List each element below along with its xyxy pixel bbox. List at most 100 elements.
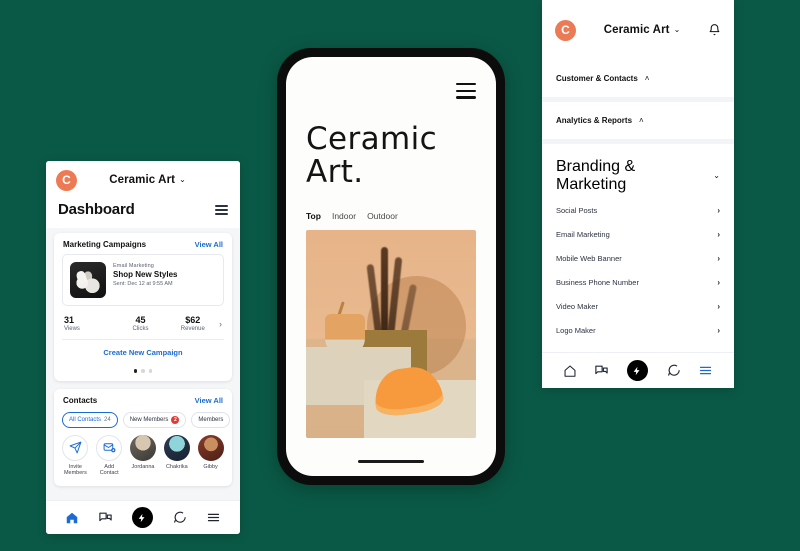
contact-gibby[interactable]: Gibby bbox=[197, 434, 224, 471]
chat-icon[interactable] bbox=[666, 363, 681, 378]
chevron-right-icon: › bbox=[717, 229, 720, 239]
filter-sliders-icon[interactable] bbox=[215, 204, 228, 215]
contacts-card: Contacts View All All Contacts 24 New Me… bbox=[54, 388, 232, 487]
tab-indoor[interactable]: Indoor bbox=[332, 211, 356, 221]
contact-gibby-label: Gibby bbox=[203, 463, 218, 470]
nav-section-branding-marketing-label: Branding & Marketing bbox=[556, 158, 636, 193]
contacts-card-header: Contacts View All bbox=[54, 389, 232, 410]
chip-new-members[interactable]: New Members 2 bbox=[122, 411, 187, 428]
campaign-next-chevron-icon[interactable]: › bbox=[219, 319, 224, 329]
contact-chakrika[interactable]: Chakrika bbox=[163, 434, 190, 471]
carousel-dot-2[interactable] bbox=[141, 369, 145, 373]
nav-item-social-posts-label: Social Posts bbox=[556, 205, 598, 215]
nav-section-branding-marketing[interactable]: Branding & Marketing ⌄ bbox=[542, 144, 734, 198]
carousel-dot-3[interactable] bbox=[148, 369, 153, 373]
brand-logo-icon[interactable]: C bbox=[555, 19, 576, 41]
menu-icon[interactable] bbox=[698, 363, 713, 378]
nav-item-mobile-web-banner[interactable]: Mobile Web Banner › bbox=[556, 246, 720, 270]
hamburger-icon[interactable] bbox=[456, 83, 476, 103]
screenshot-canvas: C Ceramic Art ⌄ Dashboard Marketing Camp… bbox=[0, 0, 800, 551]
nav-item-mobile-web-banner-label: Mobile Web Banner bbox=[556, 253, 622, 263]
category-tabs: Top Indoor Outdoor bbox=[306, 211, 476, 221]
dashboard-scroll-body: Marketing Campaigns View All Email Marke… bbox=[46, 228, 240, 500]
home-icon[interactable] bbox=[65, 511, 79, 525]
center-phone-mockup: Ceramic Art. Top Indoor Outdoor bbox=[277, 48, 505, 485]
home-icon[interactable] bbox=[563, 364, 577, 378]
chevron-down-icon: ⌄ bbox=[673, 25, 681, 34]
dashboard-title-row: Dashboard bbox=[46, 199, 240, 228]
invite-members-action[interactable]: Invite Members bbox=[62, 434, 89, 478]
chevron-right-icon: › bbox=[717, 325, 720, 335]
stat-revenue-value: $62 bbox=[185, 315, 201, 325]
chip-all-contacts[interactable]: All Contacts 24 bbox=[62, 411, 118, 428]
campaigns-view-all-link[interactable]: View All bbox=[195, 240, 223, 249]
brand-name-label: Ceramic Art bbox=[109, 174, 176, 186]
chip-members[interactable]: Members bbox=[191, 411, 231, 428]
campaigns-icon[interactable] bbox=[98, 510, 113, 525]
nav-item-logo-maker[interactable]: Logo Maker › bbox=[556, 318, 720, 342]
dried-flower-stem bbox=[380, 246, 388, 343]
campaign-type-label: Email Marketing bbox=[113, 263, 154, 269]
add-contact-action[interactable]: Add Contact bbox=[96, 434, 123, 478]
menu-icon[interactable] bbox=[206, 510, 221, 525]
campaign-item[interactable]: Email Marketing Shop New Styles Sent: De… bbox=[62, 254, 224, 306]
campaigns-card-title: Marketing Campaigns bbox=[63, 240, 147, 249]
contacts-filter-chips: All Contacts 24 New Members 2 Members bbox=[54, 410, 232, 435]
stat-revenue: $62 Revenue bbox=[167, 315, 217, 332]
tab-outdoor[interactable]: Outdoor bbox=[367, 211, 398, 221]
carousel-dot-1[interactable] bbox=[133, 369, 138, 373]
center-phone-screen: Ceramic Art. Top Indoor Outdoor bbox=[286, 57, 496, 476]
chat-icon[interactable] bbox=[172, 510, 187, 525]
contact-jordanna[interactable]: Jordanna bbox=[129, 434, 157, 471]
nav-section-analytics-reports[interactable]: Analytics & Reports ˄ bbox=[542, 102, 734, 144]
chevron-right-icon: › bbox=[717, 253, 720, 263]
contacts-view-all-link[interactable]: View All bbox=[195, 396, 223, 405]
bolt-fab-icon[interactable] bbox=[626, 360, 648, 381]
nav-item-business-phone-number[interactable]: Business Phone Number › bbox=[556, 270, 720, 294]
stat-views-value: 31 bbox=[64, 315, 75, 325]
chip-all-contacts-count: 24 bbox=[104, 416, 111, 423]
tab-top[interactable]: Top bbox=[306, 211, 321, 221]
stat-clicks-value: 45 bbox=[135, 315, 146, 325]
nav-item-email-marketing-label: Email Marketing bbox=[556, 229, 610, 239]
campaigns-card-header: Marketing Campaigns View All bbox=[54, 233, 232, 254]
nav-item-social-posts[interactable]: Social Posts › bbox=[556, 198, 720, 222]
nav-section-customer-contacts-label: Customer & Contacts bbox=[556, 74, 638, 83]
stat-views: 31 Views bbox=[62, 315, 112, 332]
contacts-card-title: Contacts bbox=[63, 395, 98, 405]
bolt-fab-icon[interactable] bbox=[131, 507, 153, 528]
nav-item-business-phone-number-label: Business Phone Number bbox=[556, 277, 639, 287]
chevron-right-icon: › bbox=[717, 301, 720, 311]
nav-section-customer-contacts[interactable]: Customer & Contacts ˄ bbox=[542, 60, 734, 102]
chip-all-contacts-label: All Contacts bbox=[69, 416, 102, 423]
campaign-meta: Email Marketing Shop New Styles Sent: De… bbox=[113, 262, 216, 287]
stat-clicks: 45 Clicks bbox=[114, 315, 164, 332]
site-headline: Ceramic Art. bbox=[306, 121, 438, 191]
chevron-down-icon: ⌄ bbox=[179, 175, 186, 184]
campaigns-icon[interactable] bbox=[594, 363, 609, 378]
nav-item-email-marketing[interactable]: Email Marketing › bbox=[556, 222, 720, 246]
page-title: Dashboard bbox=[58, 201, 135, 218]
nav-item-video-maker[interactable]: Video Maker › bbox=[556, 294, 720, 318]
campaign-sent-timestamp: Sent: Dec 12 at 9:55 AM bbox=[113, 281, 173, 287]
brand-switcher[interactable]: Ceramic Art ⌄ bbox=[85, 174, 210, 186]
create-new-campaign-link[interactable]: Create New Campaign bbox=[54, 340, 232, 365]
chevron-right-icon: › bbox=[717, 205, 720, 215]
avatar bbox=[197, 434, 224, 461]
right-bottom-tabbar bbox=[542, 352, 734, 388]
right-appbar: C Ceramic Art ⌄ bbox=[542, 0, 734, 60]
nav-section-analytics-reports-label: Analytics & Reports bbox=[556, 116, 633, 125]
left-bottom-tabbar bbox=[46, 500, 240, 534]
left-phone-dashboard: C Ceramic Art ⌄ Dashboard Marketing Camp… bbox=[46, 161, 240, 534]
nav-item-list: Social Posts › Email Marketing › Mobile … bbox=[542, 198, 734, 342]
bell-icon[interactable] bbox=[708, 23, 721, 37]
avatar bbox=[129, 434, 156, 461]
carousel-dots[interactable] bbox=[54, 365, 232, 381]
chevron-right-icon: › bbox=[717, 277, 720, 287]
send-icon bbox=[62, 434, 89, 461]
brand-switcher[interactable]: Ceramic Art ⌄ bbox=[584, 24, 700, 36]
brand-logo-icon[interactable]: C bbox=[56, 169, 77, 191]
brand-name-label: Ceramic Art bbox=[603, 24, 670, 36]
stat-views-label: Views bbox=[64, 326, 80, 332]
